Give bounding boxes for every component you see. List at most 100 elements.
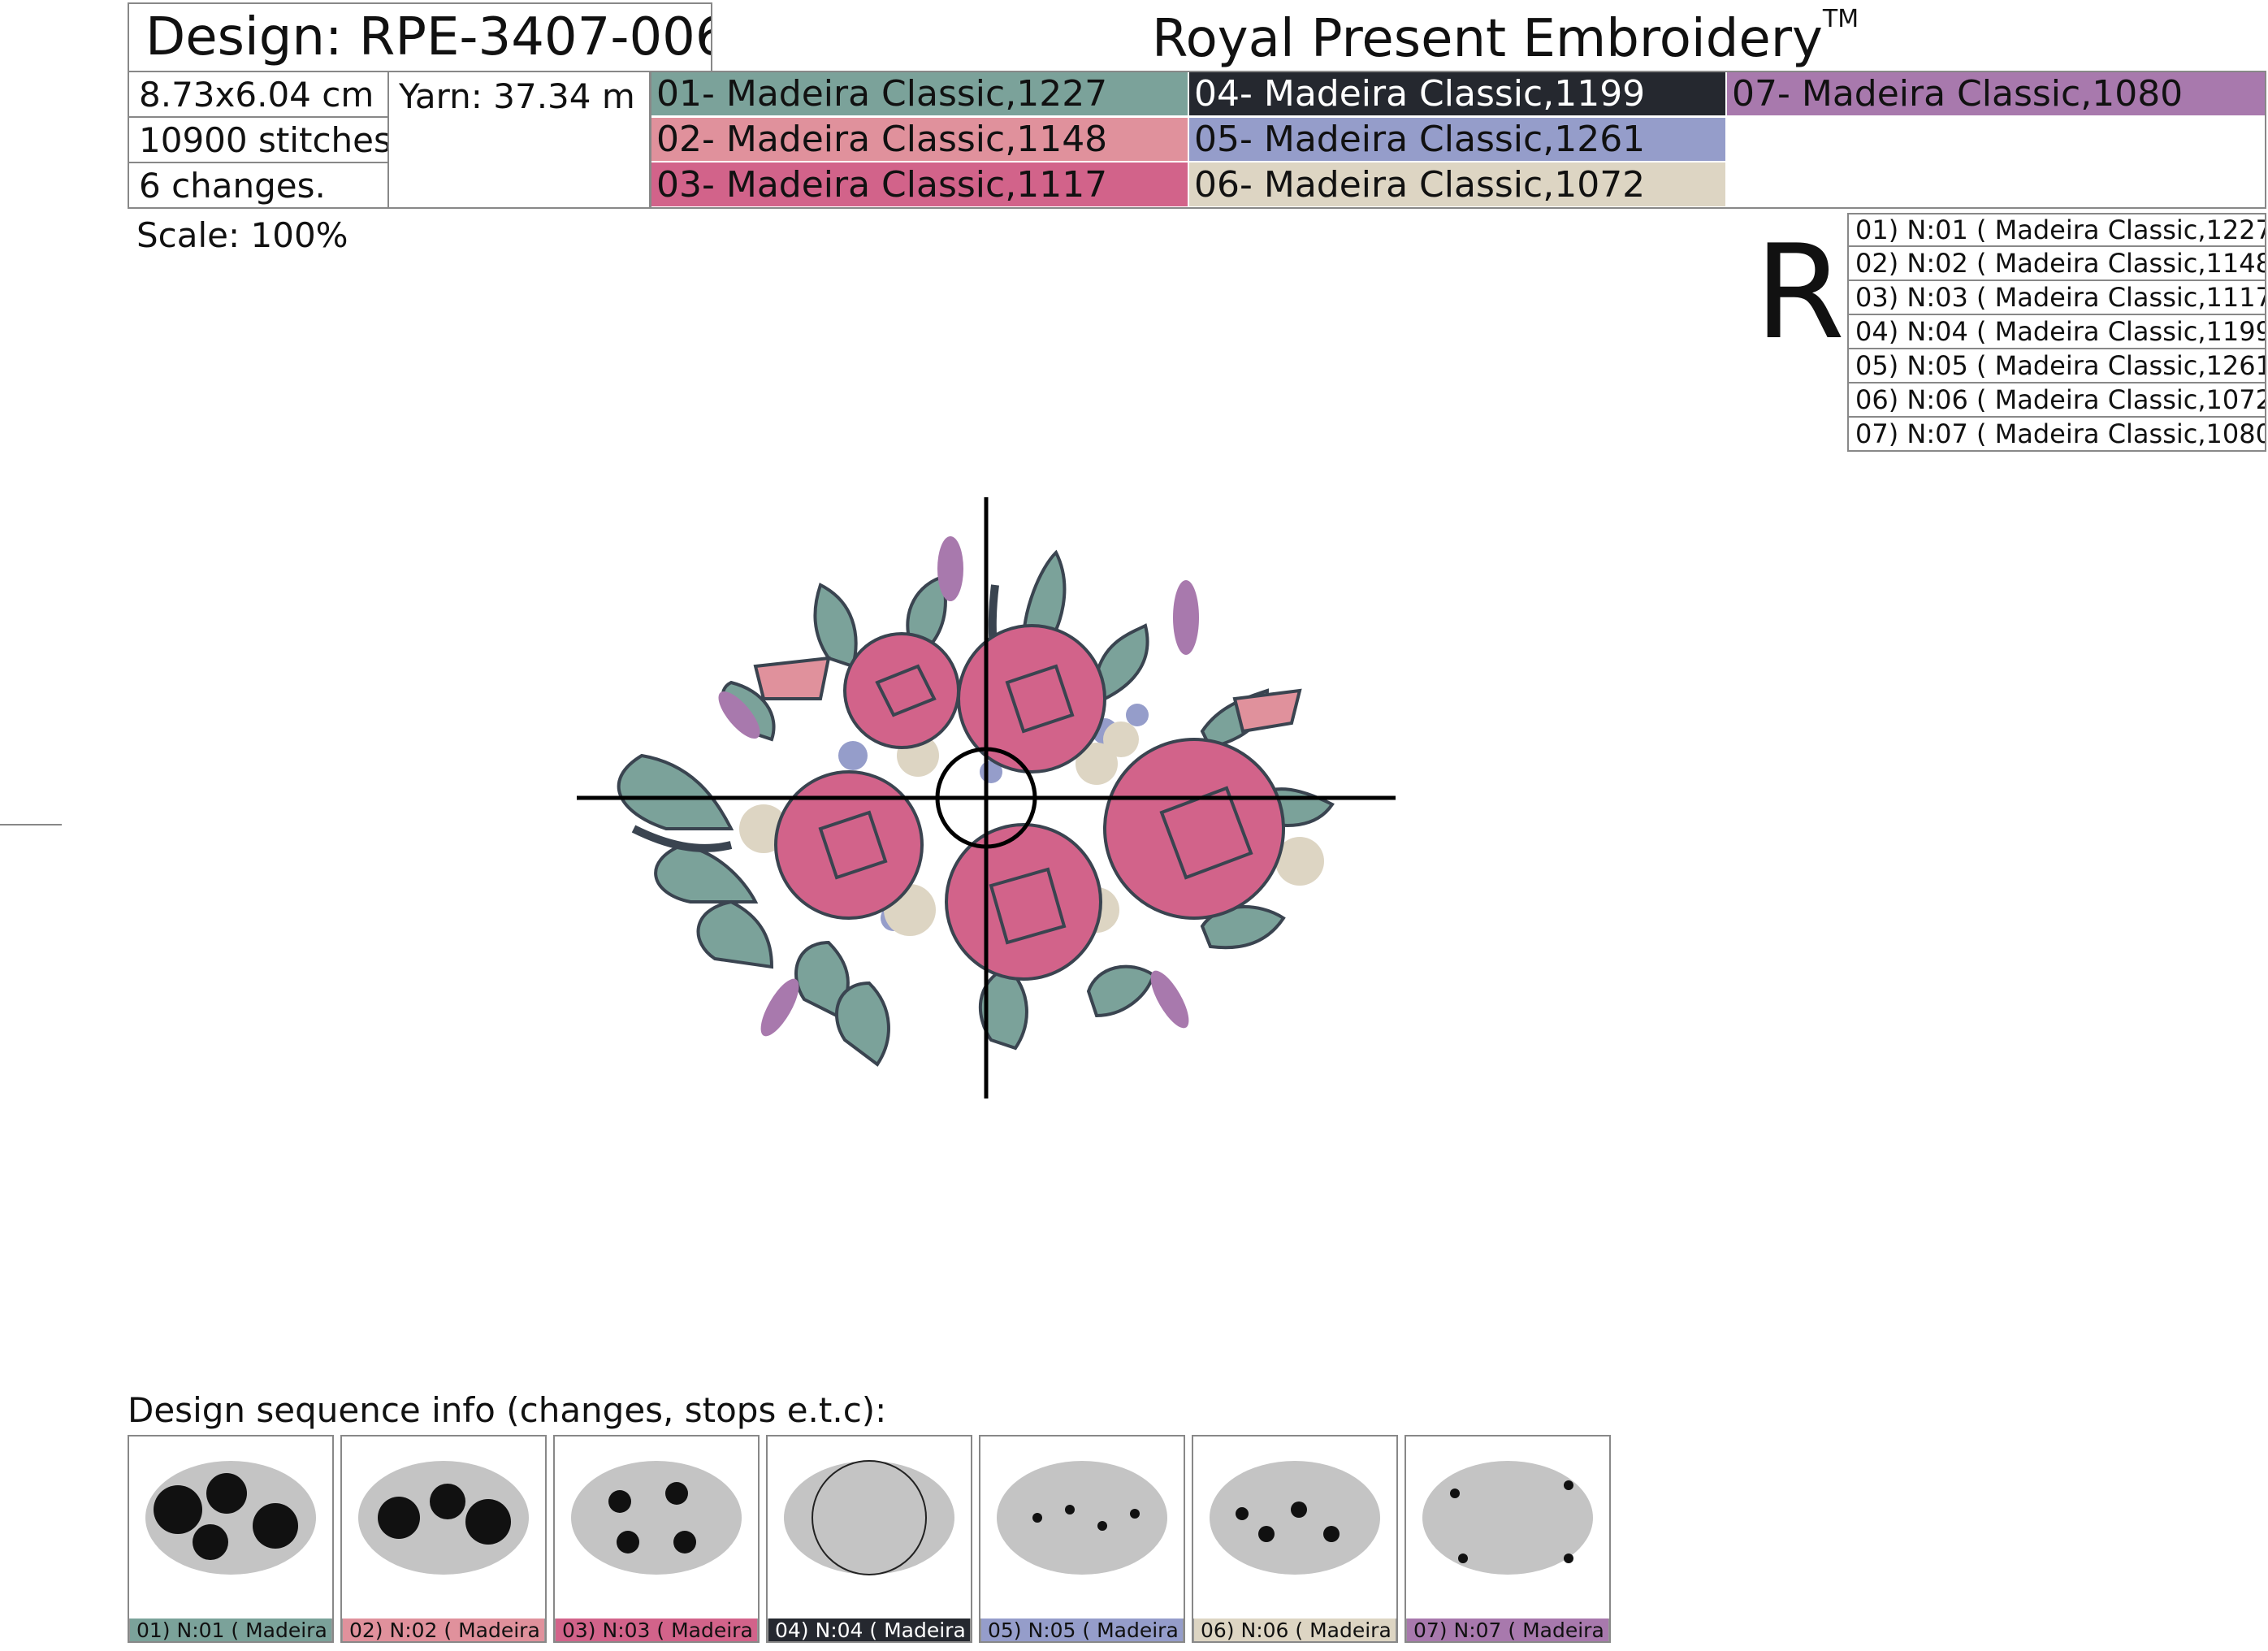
sequence-thumbnail [358, 1461, 529, 1575]
sequence-panel: 04) N:04 ( Madeira Classic [766, 1435, 972, 1643]
rotation-marker-letter: R [1755, 216, 1846, 368]
leaf [617, 753, 734, 830]
thread-label-05: 05- Madeira Classic,1261 [1194, 119, 1646, 160]
brand-title: Royal Present EmbroideryTM [1152, 3, 1859, 69]
thumbnail-base [571, 1461, 742, 1575]
thumbnail-stitch-area [673, 1531, 696, 1554]
lavender-sprig [760, 978, 799, 1037]
rose [843, 632, 960, 749]
sequence-panel: 01) N:01 ( Madeira Classic,1 [128, 1435, 334, 1643]
thumbnail-stitch-area [1458, 1554, 1468, 1563]
blue-berry [838, 741, 868, 770]
leaf [654, 843, 759, 904]
needle-list-text: 04) N:04 ( Madeira Classic,1199) [1855, 316, 2266, 347]
thumbnail-stitch-area [1097, 1521, 1107, 1531]
sequence-caption: 03) N:03 ( Madeira Classic [555, 1618, 758, 1641]
changes-cell: 6 changes. [128, 162, 389, 209]
sequence-thumbnail [571, 1461, 742, 1575]
leaf [1086, 964, 1156, 1018]
design-title-text: Design: RPE-3407-006 [145, 7, 712, 67]
thumbnail-stitch-area [430, 1484, 465, 1519]
cream-bud [1103, 722, 1139, 757]
stitches-cell: 10900 stitches. [128, 116, 389, 163]
changes-value: 6 changes. [139, 165, 326, 206]
sequence-panel: 06) N:06 ( Madeira Classic [1192, 1435, 1398, 1643]
needle-list-text: 02) N:02 ( Madeira Classic,1148) [1855, 248, 2266, 279]
needle-list-item: 06) N:06 ( Madeira Classic,1072) [1847, 384, 2266, 418]
thumbnail-stitch-area [1065, 1505, 1075, 1514]
thumbnail-stitch-area [1032, 1513, 1042, 1523]
thread-label-02: 02- Madeira Classic,1148 [656, 119, 1108, 160]
thumbnail-stitch-area [1236, 1507, 1249, 1520]
thumbnail-stitch-area [193, 1524, 228, 1560]
sequence-thumbnail [145, 1461, 316, 1575]
thumbnail-stitch-area [1450, 1488, 1460, 1498]
sequence-caption: 05) N:05 ( Madeira Classic [980, 1618, 1184, 1641]
sequence-panel: 05) N:05 ( Madeira Classic [979, 1435, 1185, 1643]
rose [774, 770, 924, 920]
sequence-title: Design sequence info (changes, stops e.t… [128, 1388, 886, 1433]
thread-label-01: 01- Madeira Classic,1227 [656, 73, 1108, 115]
sequence-thumbnail [1422, 1461, 1593, 1575]
rose [1103, 738, 1285, 920]
thread-swatch-07: 07- Madeira Classic,1080 [1727, 72, 2265, 115]
thumbnail-stitch-area [1130, 1509, 1140, 1519]
scale-label: Scale: 100% [136, 213, 348, 258]
thumbnail-stitch-area [378, 1497, 420, 1539]
sequence-thumbnail [784, 1460, 954, 1575]
yarn-cell: Yarn: 37.34 m [387, 71, 651, 209]
crosshair [577, 497, 1396, 1098]
needle-list-item: 04) N:04 ( Madeira Classic,1199) [1847, 315, 2266, 349]
needle-list-text: 06) N:06 ( Madeira Classic,1072) [1855, 384, 2266, 415]
thumbnail-base [784, 1461, 954, 1575]
lavender-sprig [1173, 580, 1199, 655]
sequence-thumbnail [997, 1461, 1167, 1575]
thumbnail-base [1210, 1461, 1380, 1575]
thread-swatch-02: 02- Madeira Classic,1148 [651, 118, 1188, 161]
rose [945, 823, 1102, 981]
needle-list-text: 05) N:05 ( Madeira Classic,1261) [1855, 350, 2266, 381]
needle-list-item: 05) N:05 ( Madeira Classic,1261) [1847, 349, 2266, 384]
thumbnail-stitch-area [617, 1531, 639, 1554]
thumbnail-stitch-area [206, 1473, 247, 1514]
thread-swatch-04: 04- Madeira Classic,1199 [1189, 72, 1725, 115]
thread-label-03: 03- Madeira Classic,1117 [656, 163, 1108, 206]
needle-list-text: 03) N:03 ( Madeira Classic,1117) [1855, 282, 2266, 313]
leaf [696, 899, 774, 969]
design-title: Design: RPE-3407-006 [128, 2, 712, 72]
thumbnail-base [997, 1461, 1167, 1575]
yarn-value: Yarn: 37.34 m [399, 76, 635, 116]
thumbnail-stitch-area [1564, 1480, 1573, 1490]
thread-label-07: 07- Madeira Classic,1080 [1732, 73, 2184, 115]
thread-swatch-06: 06- Madeira Classic,1072 [1189, 162, 1725, 206]
needle-list-text: 07) N:07 ( Madeira Classic,1080) [1855, 418, 2266, 449]
sequence-panel: 02) N:02 ( Madeira Classic [340, 1435, 547, 1643]
thumbnail-stitch-area [665, 1482, 688, 1505]
lavender-sprig [1150, 970, 1189, 1029]
rosebud [1232, 688, 1302, 734]
sequence-caption: 06) N:06 ( Madeira Classic [1193, 1618, 1396, 1641]
thread-label-06: 06- Madeira Classic,1072 [1194, 163, 1646, 206]
thumbnail-stitch-area [253, 1503, 298, 1549]
sequence-title-text: Design sequence info (changes, stops e.t… [128, 1390, 887, 1430]
sequence-panel: 03) N:03 ( Madeira Classic [553, 1435, 760, 1643]
sequence-caption: 01) N:01 ( Madeira Classic,1 [129, 1618, 332, 1641]
scale-value: Scale: 100% [136, 215, 348, 255]
sequence-panel: 07) N:07 ( Madeira Classic [1405, 1435, 1611, 1643]
sequence-thumbnail [1210, 1461, 1380, 1575]
blue-berry [1126, 704, 1149, 726]
sequence-caption: 04) N:04 ( Madeira Classic [768, 1618, 971, 1641]
thumbnail-stitch-area [608, 1490, 631, 1513]
brand-name: Royal Present Embroidery [1152, 9, 1823, 69]
stitches-value: 10900 stitches. [139, 119, 389, 160]
thumbnail-stitch-area [1291, 1502, 1307, 1518]
left-edge-mark [0, 824, 62, 826]
thread-swatch-05: 05- Madeira Classic,1261 [1189, 118, 1725, 161]
size-value: 8.73x6.04 cm [139, 74, 374, 115]
needle-list-item: 02) N:02 ( Madeira Classic,1148) [1847, 247, 2266, 281]
sequence-caption: 07) N:07 ( Madeira Classic [1406, 1618, 1609, 1641]
trademark-mark: TM [1822, 5, 1859, 33]
stem [631, 825, 733, 852]
needle-list-item: 01) N:01 ( Madeira Classic,1227) [1847, 213, 2266, 247]
thread-label-04: 04- Madeira Classic,1199 [1194, 73, 1646, 115]
